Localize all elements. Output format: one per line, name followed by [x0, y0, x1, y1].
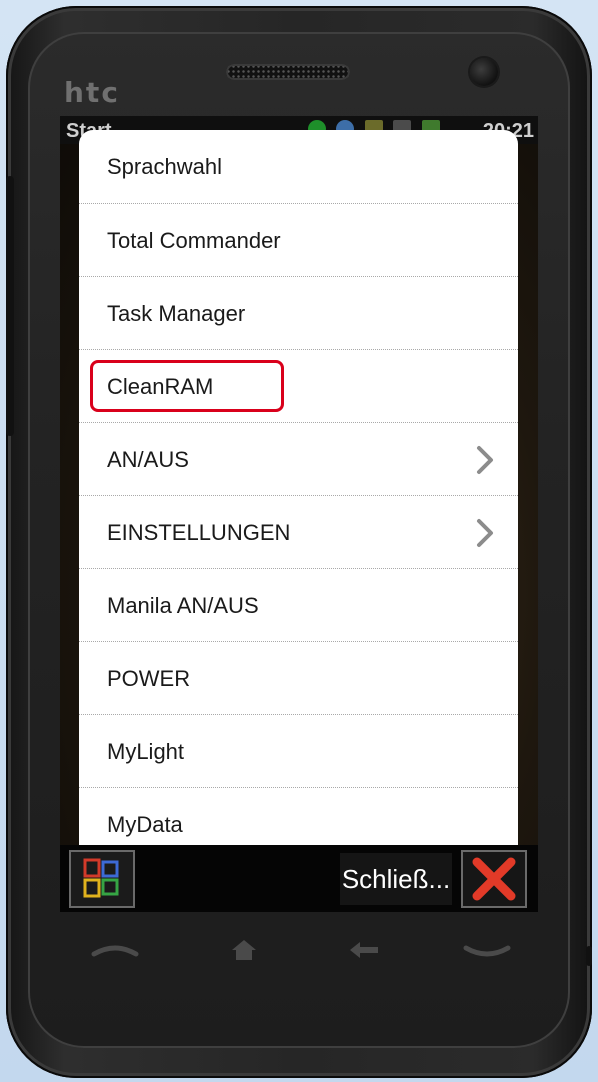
menu-item-label: Manila AN/AUS: [107, 593, 259, 618]
context-menu: Sprachwahl Total Commander Task Manager …: [79, 130, 518, 845]
red-x-icon: [472, 857, 516, 901]
menu-item-label: EINSTELLUNGEN: [107, 520, 291, 545]
menu-item-mydata[interactable]: MyData: [79, 788, 518, 845]
menu-item-sprachwahl[interactable]: Sprachwahl: [79, 130, 518, 204]
menu-item-label: Sprachwahl: [107, 154, 222, 179]
menu-item-label: MyData: [107, 812, 183, 837]
menu-item-an-aus[interactable]: AN/AUS: [79, 423, 518, 496]
volume-button[interactable]: [6, 176, 14, 436]
earpiece-speaker: [226, 64, 350, 80]
front-camera: [470, 58, 498, 86]
highlight-box: [90, 360, 284, 412]
softkey-bar: Schließ...: [60, 845, 538, 912]
menu-item-label: MyLight: [107, 739, 185, 764]
menu-item-manila-an-aus[interactable]: Manila AN/AUS: [79, 569, 518, 642]
menu-item-einstellungen[interactable]: EINSTELLUNGEN: [79, 496, 518, 569]
menu-item-label: Total Commander: [107, 228, 281, 253]
chevron-right-icon: [477, 446, 493, 474]
chevron-right-icon: [477, 519, 493, 547]
end-call-icon[interactable]: [462, 938, 512, 962]
close-button[interactable]: [461, 850, 527, 908]
power-button[interactable]: [586, 946, 592, 966]
home-icon[interactable]: [230, 938, 258, 962]
back-icon[interactable]: [348, 938, 380, 962]
hardware-buttons: [60, 930, 538, 970]
menu-item-power[interactable]: POWER: [79, 642, 518, 715]
call-icon[interactable]: [90, 938, 140, 962]
menu-item-total-commander[interactable]: Total Commander: [79, 204, 518, 277]
menu-item-label: Task Manager: [107, 301, 246, 326]
brand-logo: htc: [64, 76, 120, 109]
start-button[interactable]: [69, 850, 135, 908]
close-softkey-button[interactable]: Schließ...: [340, 853, 452, 905]
menu-item-label: AN/AUS: [107, 447, 189, 472]
menu-item-mylight[interactable]: MyLight: [79, 715, 518, 788]
menu-item-task-manager[interactable]: Task Manager: [79, 277, 518, 350]
menu-item-label: POWER: [107, 666, 191, 691]
windows-start-icon: [83, 858, 119, 898]
